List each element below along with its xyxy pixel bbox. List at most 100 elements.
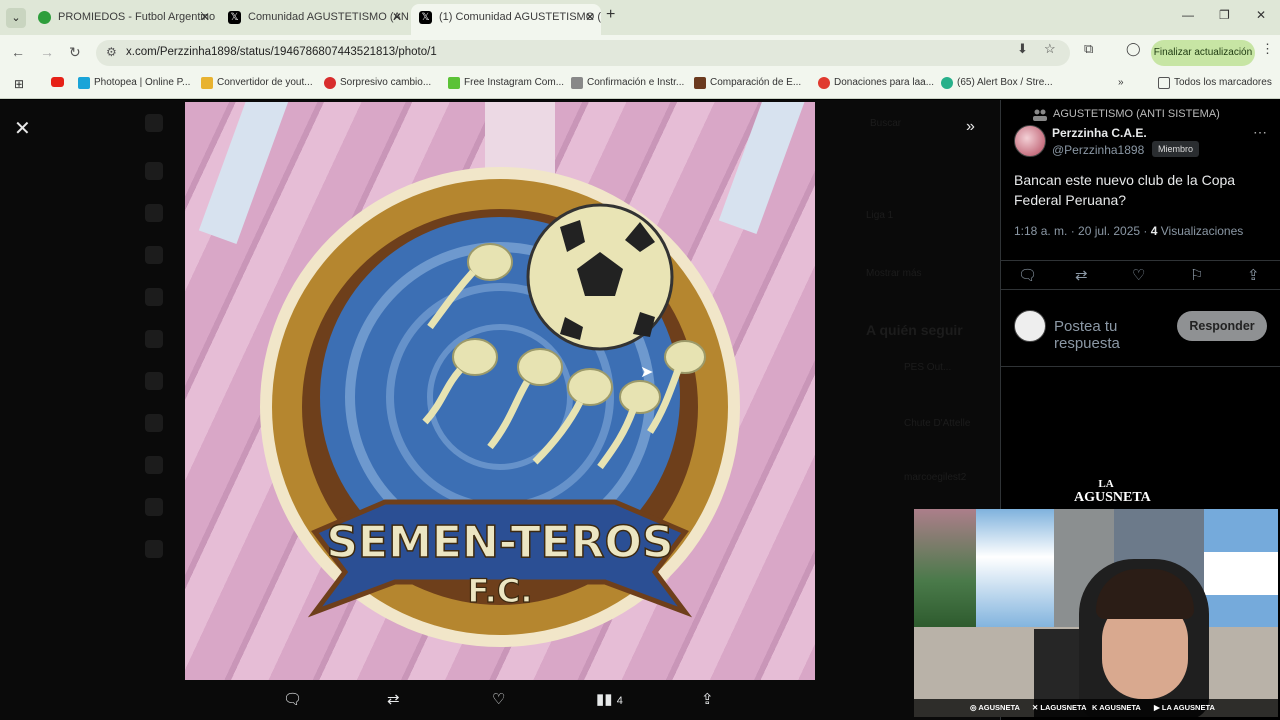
- post-timestamp[interactable]: 1:18 a. m. · 20 jul. 2025 ·: [1014, 224, 1151, 238]
- navigation-bar: ← → ↻ ⚙ x.com/Perzzinha1898/status/19467…: [0, 35, 1280, 71]
- reload-button[interactable]: ↻: [69, 44, 81, 61]
- bookmark-convertidor[interactable]: Convertidor de yout...: [201, 77, 313, 89]
- bookmark-sorpresivo[interactable]: Sorpresivo cambio...: [324, 77, 432, 89]
- apps-grid-icon[interactable]: ⊞: [14, 77, 24, 91]
- expand-panel-icon[interactable]: »: [966, 118, 975, 136]
- link-icon: [571, 77, 583, 89]
- bookmark-site-icon: [694, 77, 706, 89]
- bookmark-icon[interactable]: ⚐: [1190, 266, 1203, 284]
- tab-title: PROMIEDOS - Futbol Argentino: [58, 11, 216, 23]
- new-tab-button[interactable]: +: [606, 6, 615, 24]
- bookmark-donaciones[interactable]: Donaciones para laa...: [818, 77, 935, 89]
- minimize-button[interactable]: —: [1182, 8, 1194, 22]
- poster-image: [976, 509, 1054, 629]
- views-count: 4: [616, 695, 623, 707]
- more-options-icon[interactable]: ⋯: [1253, 124, 1267, 141]
- bookmark-photopea[interactable]: Photopea | Online P...: [78, 77, 190, 89]
- tab-comunidad-active[interactable]: 𝕏 (1) Comunidad AGUSTETISMO (ANTI SISTEM…: [411, 4, 601, 35]
- back-button[interactable]: ←: [11, 44, 25, 60]
- instagram-tool-icon: [448, 77, 460, 89]
- bookmark-label: Comparación de E...: [710, 77, 802, 88]
- profile-icon[interactable]: ◯: [1126, 41, 1141, 57]
- communities-icon: [145, 414, 163, 432]
- explore-icon: [145, 204, 163, 222]
- close-icon[interactable]: ✕: [200, 4, 210, 31]
- url-text: x.com/Perzzinha1898/status/1946786807443…: [126, 46, 437, 58]
- install-app-icon[interactable]: ⬇: [1017, 41, 1028, 57]
- bookmark-label: (65) Alert Box / Stre...: [957, 77, 1053, 88]
- photo-action-bar: 🗨︎ ⇄ ♡ ▮▮ 4 ⇪: [185, 682, 815, 718]
- bg-follow-1: PES Out...: [904, 362, 952, 373]
- news-icon: [324, 77, 336, 89]
- bookmark-label: Donaciones para laa...: [834, 77, 935, 88]
- bookmark-alertbox[interactable]: (65) Alert Box / Stre...: [941, 77, 1053, 89]
- maximize-button[interactable]: ❐: [1219, 8, 1230, 22]
- update-button[interactable]: Finalizar actualización: [1151, 40, 1255, 66]
- my-avatar: [1014, 310, 1046, 342]
- site-info-icon[interactable]: ⚙: [106, 45, 117, 59]
- x-handle: ✕ LAGUSNETA: [1032, 703, 1087, 712]
- bookmark-label: Confirmación e Instr...: [587, 77, 685, 88]
- bookmark-comparacion[interactable]: Comparación de E...: [694, 77, 802, 89]
- all-bookmarks-folder[interactable]: Todos los marcadores: [1158, 77, 1272, 89]
- bookmark-star-icon[interactable]: ☆: [1044, 41, 1056, 57]
- close-viewer-icon[interactable]: ✕: [14, 116, 31, 141]
- author-handle[interactable]: @Perzzinha1898: [1052, 143, 1144, 157]
- views-label: Visualizaciones: [1157, 224, 1244, 238]
- folder-icon: [1158, 77, 1170, 89]
- like-icon[interactable]: ♡: [1132, 266, 1145, 284]
- share-icon[interactable]: ⇪: [1247, 266, 1260, 284]
- grok-icon: [145, 330, 163, 348]
- notifications-icon: [145, 246, 163, 264]
- kick-handle: K AGUSNETA: [1092, 703, 1141, 712]
- close-window-button[interactable]: ✕: [1256, 8, 1266, 22]
- views-icon[interactable]: ▮▮ 4: [596, 690, 623, 708]
- post-photo[interactable]: SEMEN-TEROS F.C.: [185, 102, 815, 680]
- member-badge: Miembro: [1152, 141, 1200, 157]
- reply-button[interactable]: Responder: [1177, 311, 1267, 341]
- tab-bar: ⌄ PROMIEDOS - Futbol Argentino ✕ 𝕏 Comun…: [0, 0, 1280, 35]
- youtube-icon: [51, 77, 64, 87]
- close-icon[interactable]: ✕: [392, 4, 402, 31]
- all-bookmarks-label: Todos los marcadores: [1174, 77, 1272, 88]
- youtube-bookmark[interactable]: [51, 77, 64, 90]
- community-name[interactable]: AGUSTETISMO (ANTI SISTEMA): [1053, 108, 1220, 120]
- share-icon[interactable]: ⇪: [701, 690, 714, 708]
- bookmark-confirmacion[interactable]: Confirmación e Instr...: [571, 77, 685, 89]
- folder-icon: [201, 77, 213, 89]
- like-icon[interactable]: ♡: [492, 690, 505, 708]
- reply-icon[interactable]: 🗨︎: [1018, 266, 1037, 284]
- community-icon: [1033, 108, 1047, 121]
- close-icon[interactable]: ✕: [585, 4, 595, 31]
- extensions-icon[interactable]: ⧉: [1084, 41, 1093, 57]
- bookmark-label: Sorpresivo cambio...: [340, 77, 432, 88]
- bg-follow-3: marcoegilest2: [904, 472, 967, 483]
- promiedos-favicon-icon: [38, 11, 51, 24]
- bookmark-instagram[interactable]: Free Instagram Com...: [448, 77, 564, 89]
- repost-icon[interactable]: ⇄: [1075, 266, 1088, 284]
- menu-kebab-icon[interactable]: ⋮: [1261, 41, 1274, 57]
- logo-line-1: LA: [1098, 478, 1114, 490]
- bg-show-more: Mostrar más: [866, 268, 922, 279]
- forward-button[interactable]: →: [40, 44, 54, 60]
- more-bookmarks-icon[interactable]: »: [1118, 77, 1124, 88]
- reply-icon[interactable]: 🗨︎: [283, 690, 302, 708]
- author-avatar[interactable]: [1014, 125, 1046, 157]
- tab-comunidad[interactable]: 𝕏 Comunidad AGUSTETISMO (ANTI SISTEMA) ✕: [220, 4, 408, 31]
- post-text: Bancan este nuevo club de la Copa Federa…: [1014, 172, 1236, 208]
- tab-promiedos[interactable]: PROMIEDOS - Futbol Argentino ✕: [30, 4, 216, 31]
- home-icon: [145, 162, 163, 180]
- address-bar[interactable]: ⚙ x.com/Perzzinha1898/status/19467868074…: [96, 40, 1070, 66]
- crest-text-main: SEMEN-TEROS: [326, 517, 673, 568]
- tab-search-dropdown[interactable]: ⌄: [6, 8, 26, 28]
- bookmarks-bar: ⊞ Photopea | Online P... Convertidor de …: [0, 71, 1280, 99]
- bg-follow-2: Chute D'Attelle: [904, 418, 971, 429]
- photopea-icon: [78, 77, 90, 89]
- bg-who-to-follow: A quién seguir: [866, 322, 963, 338]
- divider: [1001, 366, 1280, 367]
- author-name[interactable]: Perzzinha C.A.E.: [1052, 126, 1147, 140]
- repost-icon[interactable]: ⇄: [387, 690, 400, 708]
- tab-title: (1) Comunidad AGUSTETISMO (ANTI SISTEMA): [439, 11, 601, 23]
- mouse-cursor-icon: ➤: [640, 364, 654, 381]
- reply-input[interactable]: Postea tu respuesta: [1054, 318, 1154, 352]
